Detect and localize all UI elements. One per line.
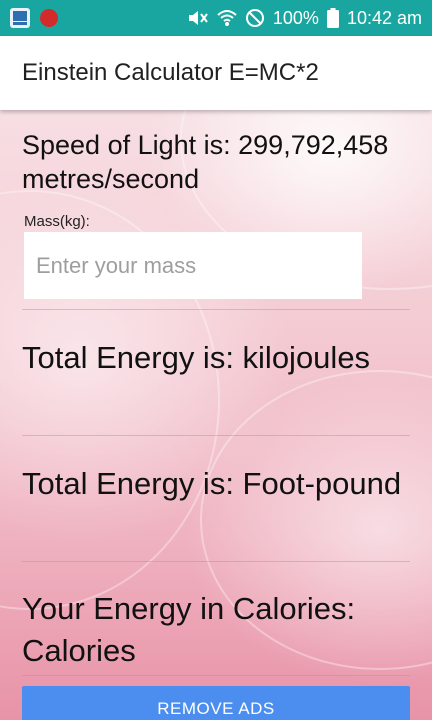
mute-icon [188,11,208,25]
battery-icon [326,8,339,28]
divider [22,675,410,676]
app-title: Einstein Calculator E=MC*2 [22,59,319,86]
status-bar-indicators: 100% 10:42 am [187,8,422,29]
total-energy-foot-pound: Total Energy is: Foot-pound [22,466,402,501]
remove-ads-button[interactable]: REMOVE ADS [22,686,410,720]
status-bar-notifications [10,8,58,28]
total-energy-kilojoules: Total Energy is: kilojoules [22,340,371,375]
mass-label: Mass(kg): [24,213,90,230]
do-not-disturb-icon [245,9,264,27]
divider [22,435,410,436]
record-notification-icon [40,9,58,27]
energy-in-calories: Your Energy in Calories: Calories [22,591,356,668]
battery-percent: 100% [272,7,319,28]
mass-input[interactable] [24,232,362,299]
speed-of-light-text: Speed of Light is: 299,792,458 metres/se… [22,130,389,194]
app-bar: Einstein Calculator E=MC*2 [0,36,432,110]
app-notification-icon [10,8,30,28]
wifi-icon [217,10,237,26]
divider [22,561,410,562]
status-bar: 100% 10:42 am [0,0,432,36]
divider [22,309,410,310]
main-content: Speed of Light is: 299,792,458 metres/se… [0,110,432,720]
clock: 10:42 am [346,7,422,28]
